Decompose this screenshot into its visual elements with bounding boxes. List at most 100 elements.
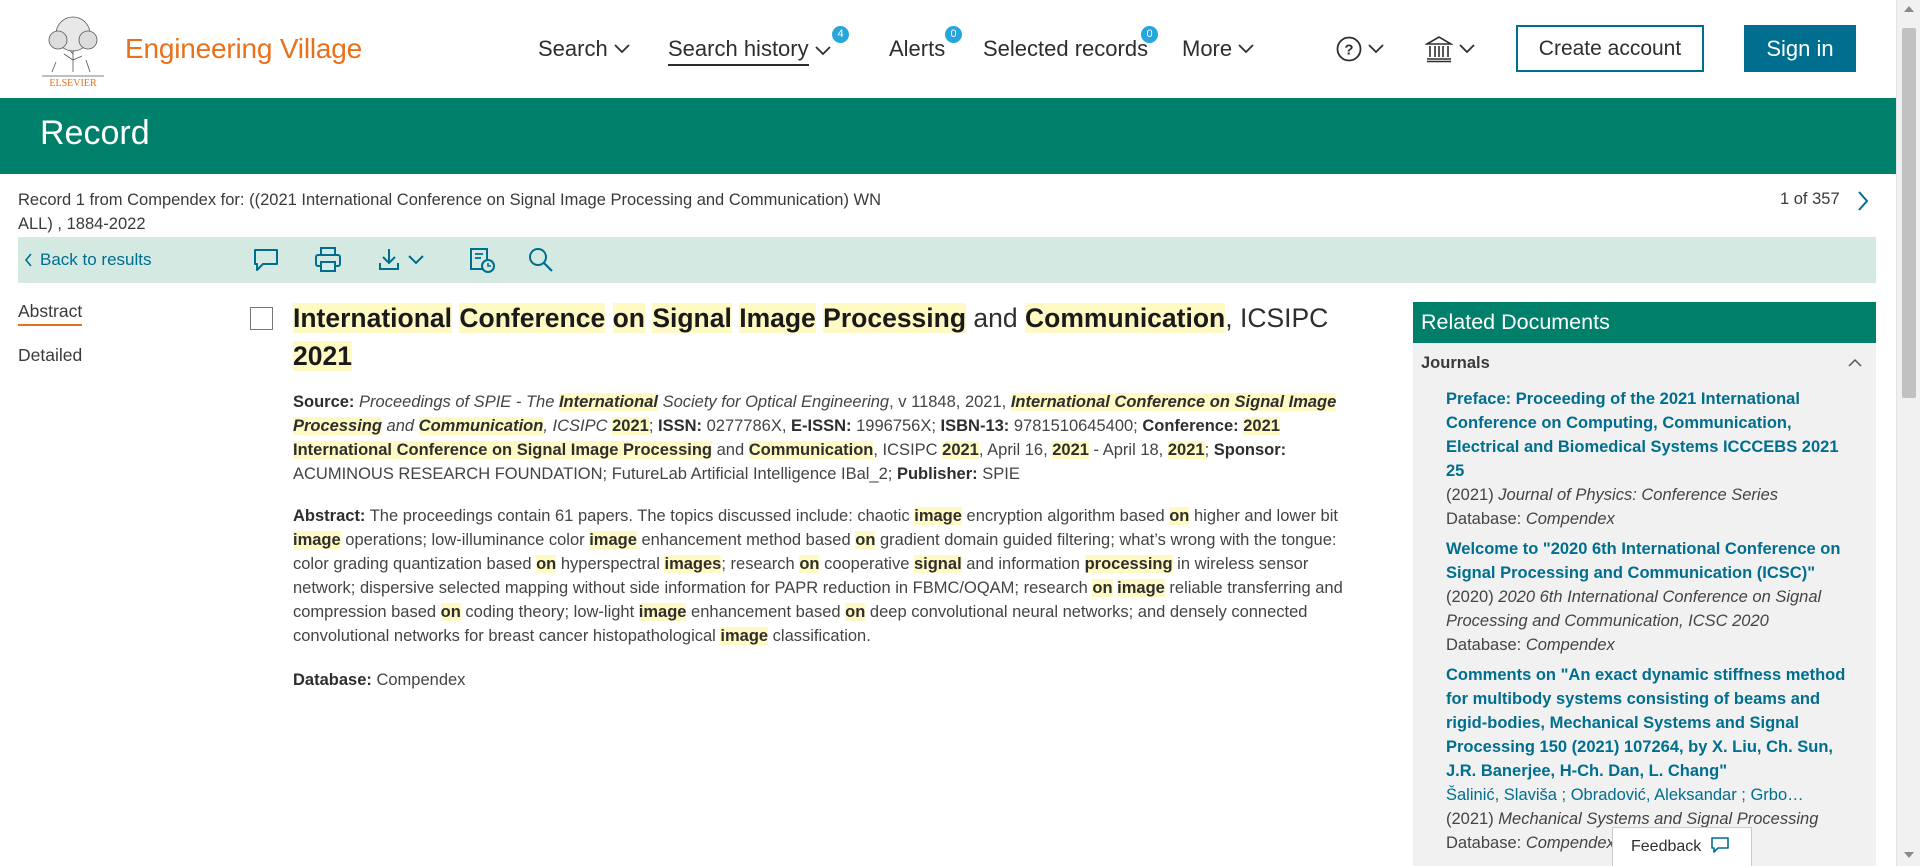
elsevier-logo[interactable]: ELSEVIER bbox=[36, 10, 110, 88]
highlighted-term: image bbox=[293, 531, 341, 549]
abstract-segment: enhancement based bbox=[686, 603, 846, 621]
chevron-up-icon[interactable] bbox=[1848, 358, 1862, 368]
highlighted-term: on bbox=[1169, 507, 1190, 525]
tab-detailed[interactable]: Detailed bbox=[18, 345, 82, 366]
back-to-results-link[interactable]: Back to results bbox=[24, 250, 152, 270]
related-section-journals[interactable]: Journals bbox=[1421, 354, 1490, 373]
related-item-source: 2020 6th International Conference on Sig… bbox=[1446, 588, 1822, 630]
cite-icon[interactable] bbox=[467, 245, 497, 275]
select-record-checkbox[interactable] bbox=[250, 307, 273, 330]
abstract-label: Abstract: bbox=[293, 507, 366, 525]
related-item-source: Mechanical Systems and Signal Processing bbox=[1498, 810, 1819, 828]
nav-search[interactable]: Search bbox=[538, 36, 630, 62]
chevron-down-icon bbox=[1238, 44, 1254, 54]
title-text bbox=[605, 303, 612, 333]
source-segment: ACUMINOUS RESEARCH FOUNDATION; FutureLab… bbox=[293, 465, 897, 483]
site-title[interactable]: Engineering Village bbox=[125, 33, 362, 65]
related-item-title[interactable]: Welcome to "2020 6th International Confe… bbox=[1446, 537, 1856, 585]
related-item-title[interactable]: Comments on "An exact dynamic stiffness … bbox=[1446, 663, 1856, 783]
highlighted-term: signal bbox=[913, 555, 962, 573]
highlighted-term: image bbox=[720, 627, 769, 645]
abstract-segment: coding theory; low-light bbox=[460, 603, 639, 621]
page-scrollbar[interactable] bbox=[1896, 0, 1920, 866]
source-segment: Society for Optical Engineering bbox=[657, 393, 890, 411]
download-icon[interactable] bbox=[377, 245, 427, 275]
source-segment: , ICSIPC bbox=[543, 417, 613, 435]
related-item-year: (2021) bbox=[1446, 810, 1494, 828]
scrollbar-thumb[interactable] bbox=[1902, 28, 1916, 398]
related-documents-panel: Journals Preface: Proceeding of the 2021… bbox=[1413, 343, 1876, 866]
title-text: , ICSIPC bbox=[1225, 303, 1329, 333]
abstract-segment: cooperative bbox=[819, 555, 914, 573]
abstract-segment: hyperspectral bbox=[556, 555, 665, 573]
source-segment: ; bbox=[648, 417, 658, 435]
related-item-db: Database: Compendex bbox=[1446, 507, 1856, 531]
print-icon[interactable] bbox=[313, 245, 343, 275]
create-account-button[interactable]: Create account bbox=[1516, 25, 1704, 72]
record-title[interactable]: International Conference on Signal Image… bbox=[293, 299, 1393, 375]
nav-alerts[interactable]: Alerts 0 bbox=[889, 26, 962, 62]
nav-selected-records[interactable]: Selected records 0 bbox=[983, 26, 1158, 62]
related-item-authors[interactable]: Šalinić, Slaviša ; Obradović, Aleksandar… bbox=[1446, 783, 1856, 807]
record-query-line-1: Record 1 from Compendex for: ((2021 Inte… bbox=[18, 191, 882, 209]
related-item-year: (2020) bbox=[1446, 588, 1494, 606]
help-menu[interactable]: ? bbox=[1336, 36, 1384, 62]
highlighted-term: images bbox=[664, 555, 722, 573]
related-item-db-value: Compendex bbox=[1525, 636, 1615, 654]
nav-more[interactable]: More bbox=[1182, 36, 1254, 62]
highlighted-term: on bbox=[440, 603, 461, 621]
related-item-source: Journal of Physics: Conference Series bbox=[1498, 486, 1779, 504]
abstract-text: The proceedings contain 61 papers. The t… bbox=[293, 507, 1343, 645]
nav-alerts-label: Alerts bbox=[889, 36, 946, 61]
source-segment: , v 11848, 2021, bbox=[889, 393, 1011, 411]
nav-search-label: Search bbox=[538, 36, 608, 61]
related-documents-header: Related Documents bbox=[1413, 302, 1876, 343]
svg-text:?: ? bbox=[1344, 42, 1353, 59]
record-database: Database: Compendex bbox=[293, 668, 1353, 692]
source-segment: , April 16, bbox=[978, 441, 1053, 459]
nav-search-history[interactable]: Search history 4 bbox=[668, 26, 849, 66]
tab-abstract[interactable]: Abstract bbox=[18, 301, 83, 326]
chevron-down-icon bbox=[814, 46, 831, 56]
related-item-meta: (2021) Journal of Physics: Conference Se… bbox=[1446, 483, 1856, 507]
top-header: ELSEVIER Engineering Village Search Sear… bbox=[0, 0, 1896, 98]
highlighted-term: processing bbox=[1084, 555, 1173, 573]
related-item-db: Database: Compendex bbox=[1446, 633, 1856, 657]
source-segment: , ICSIPC bbox=[873, 441, 943, 459]
comment-icon[interactable] bbox=[251, 245, 281, 275]
record-query-line-2: ALL) , 1884-2022 bbox=[18, 215, 146, 233]
source-segment: - April 18, bbox=[1088, 441, 1168, 459]
feedback-button[interactable]: Feedback bbox=[1612, 827, 1752, 866]
record-pager: 1 of 357 bbox=[1780, 190, 1840, 208]
abstract-segment: enhancement method based bbox=[636, 531, 856, 549]
highlighted-term: image bbox=[638, 603, 687, 621]
help-icon: ? bbox=[1336, 36, 1362, 62]
chevron-down-icon bbox=[614, 44, 630, 54]
scroll-up-icon[interactable] bbox=[1904, 6, 1914, 12]
next-record-icon[interactable] bbox=[1856, 190, 1870, 212]
highlighted-term: on bbox=[536, 555, 557, 573]
source-segment: ISSN: bbox=[658, 417, 703, 435]
institution-menu[interactable] bbox=[1425, 35, 1475, 63]
related-item-title[interactable]: Preface: Proceeding of the 2021 Internat… bbox=[1446, 387, 1856, 483]
highlighted-term: on bbox=[845, 603, 866, 621]
database-value: Compendex bbox=[371, 671, 466, 689]
highlighted-term: 2021 bbox=[1167, 441, 1205, 459]
chevron-down-icon bbox=[1459, 44, 1475, 54]
record-toolbar: Back to results bbox=[18, 237, 1876, 283]
highlighted-term: on bbox=[799, 555, 820, 573]
highlighted-term: International bbox=[558, 393, 658, 411]
sign-in-button[interactable]: Sign in bbox=[1744, 25, 1856, 72]
scroll-down-icon[interactable] bbox=[1904, 852, 1914, 858]
database-label: Database: bbox=[293, 671, 372, 689]
nav-selected-records-label: Selected records bbox=[983, 36, 1149, 61]
related-item-db-label: Database: bbox=[1446, 636, 1522, 654]
highlighted-term: image bbox=[589, 531, 637, 549]
page-title: Record bbox=[40, 114, 150, 152]
search-icon[interactable] bbox=[526, 245, 556, 275]
abstract-segment: operations; low-illuminance color bbox=[340, 531, 590, 549]
related-item-db-label: Database: bbox=[1446, 510, 1522, 528]
nav-search-history-label: Search history bbox=[668, 36, 809, 66]
title-text: and bbox=[966, 303, 1025, 333]
source-segment: Conference: bbox=[1142, 417, 1239, 435]
